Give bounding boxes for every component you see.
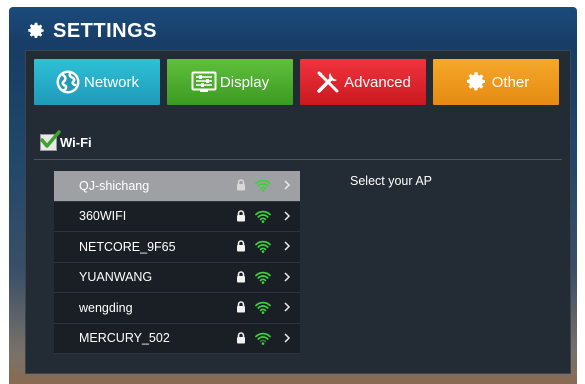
- tab-bar: Network Display Advanced Other: [34, 59, 559, 105]
- tab-other-label: Other: [491, 73, 530, 91]
- tools-icon: [317, 71, 339, 93]
- lock-icon: [237, 209, 245, 221]
- chevron-right-icon: [284, 210, 291, 221]
- wifi-signal-icon: [255, 240, 271, 253]
- settings-screen: SETTINGS Network Display Advanced Other …: [9, 7, 577, 384]
- ap-list: QJ-shichang 360WIFI NETCORE_9F65 YUANWAN…: [54, 171, 300, 354]
- select-ap-hint: Select your AP: [350, 174, 432, 188]
- globe-icon: [56, 70, 80, 94]
- chevron-right-icon: [284, 332, 291, 343]
- wifi-signal-icon: [255, 332, 271, 345]
- ap-list-item[interactable]: 360WIFI: [54, 201, 300, 232]
- lock-icon: [237, 179, 245, 191]
- ap-list-item[interactable]: YUANWANG: [54, 262, 300, 293]
- wifi-signal-icon: [255, 179, 271, 192]
- lock-icon: [237, 301, 245, 313]
- wifi-signal-icon: [255, 210, 271, 223]
- tab-network[interactable]: Network: [34, 59, 160, 105]
- ap-list-item[interactable]: wengding: [54, 293, 300, 324]
- tab-network-label: Network: [83, 73, 139, 91]
- tab-other[interactable]: Other: [433, 59, 559, 105]
- wifi-checkbox[interactable]: [40, 129, 61, 151]
- lock-icon: [237, 331, 245, 343]
- lock-icon: [237, 270, 245, 282]
- tab-display[interactable]: Display: [167, 59, 293, 105]
- chevron-right-icon: [284, 180, 291, 190]
- ap-list-item[interactable]: MERCURY_502: [54, 323, 300, 354]
- tab-advanced[interactable]: Advanced: [300, 59, 426, 105]
- page-title: SETTINGS: [53, 19, 158, 42]
- wifi-signal-icon: [255, 271, 271, 284]
- chevron-right-icon: [284, 302, 291, 312]
- ap-list-item[interactable]: NETCORE_9F65: [54, 232, 300, 263]
- wifi-signal-icon: [255, 301, 271, 314]
- chevron-right-icon: [284, 271, 291, 282]
- tab-display-label: Display: [219, 73, 270, 91]
- lock-icon: [237, 240, 245, 252]
- wifi-toggle[interactable]: Wi-Fi: [40, 129, 92, 153]
- checkmark-icon: [40, 129, 61, 148]
- wifi-label: Wi-Fi: [60, 134, 92, 150]
- tab-advanced-label: Advanced: [344, 73, 411, 91]
- ap-list-item[interactable]: QJ-shichang: [54, 171, 300, 202]
- gear-icon: [466, 72, 485, 91]
- chevron-right-icon: [284, 241, 291, 251]
- gear-icon: [28, 22, 44, 39]
- settings-panel: Network Display Advanced Other Wi-Fi QJ-…: [25, 50, 571, 374]
- title-bar: SETTINGS: [25, 15, 157, 47]
- divider: [34, 159, 562, 160]
- display-sliders-icon: [191, 71, 217, 92]
